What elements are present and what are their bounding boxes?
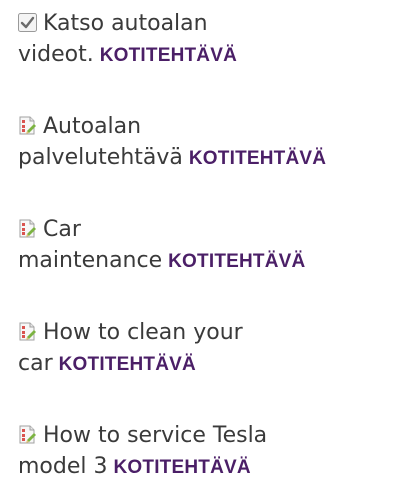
assignment-file-icon	[18, 113, 37, 135]
assignment-file-icon	[18, 216, 37, 238]
task-link[interactable]: How to service Tesla	[43, 423, 267, 448]
task-link-continued[interactable]: maintenance	[18, 248, 162, 273]
checkbox-checked-icon	[18, 10, 37, 32]
task-link[interactable]: Car	[43, 217, 81, 242]
task-link[interactable]: Autoalan	[43, 114, 141, 139]
task-item-car-maintenance[interactable]: Car maintenance KOTITEHTÄVÄ	[18, 214, 388, 277]
status-badge: KOTITEHTÄVÄ	[188, 148, 327, 169]
status-badge: KOTITEHTÄVÄ	[58, 354, 196, 375]
task-link-continued[interactable]: car	[18, 351, 53, 376]
task-link[interactable]: Katso autoalan	[43, 11, 208, 36]
task-item-katso-autoalan-videot[interactable]: Katso autoalan videot. KOTITEHTÄVÄ	[18, 8, 388, 71]
assignment-file-icon	[18, 319, 37, 341]
status-badge: KOTITEHTÄVÄ	[168, 251, 306, 272]
task-item-how-to-service-tesla-model-3[interactable]: How to service Tesla model 3 KOTITEHTÄVÄ	[18, 420, 388, 483]
task-link-continued[interactable]: palvelutehtävä	[18, 145, 183, 170]
status-badge: KOTITEHTÄVÄ	[113, 457, 251, 478]
assignment-file-icon	[18, 422, 37, 444]
task-item-how-to-clean-your-car[interactable]: How to clean your car KOTITEHTÄVÄ	[18, 317, 388, 380]
task-link-continued[interactable]: model 3	[18, 454, 108, 479]
homework-task-list: Katso autoalan videot. KOTITEHTÄVÄ Autoal…	[0, 0, 401, 495]
status-badge: KOTITEHTÄVÄ	[99, 45, 238, 66]
task-item-autoalan-palvelutehtava[interactable]: Autoalan palvelutehtävä KOTITEHTÄVÄ	[18, 111, 388, 174]
task-link-continued[interactable]: videot.	[18, 42, 94, 67]
task-link[interactable]: How to clean your	[43, 320, 243, 345]
